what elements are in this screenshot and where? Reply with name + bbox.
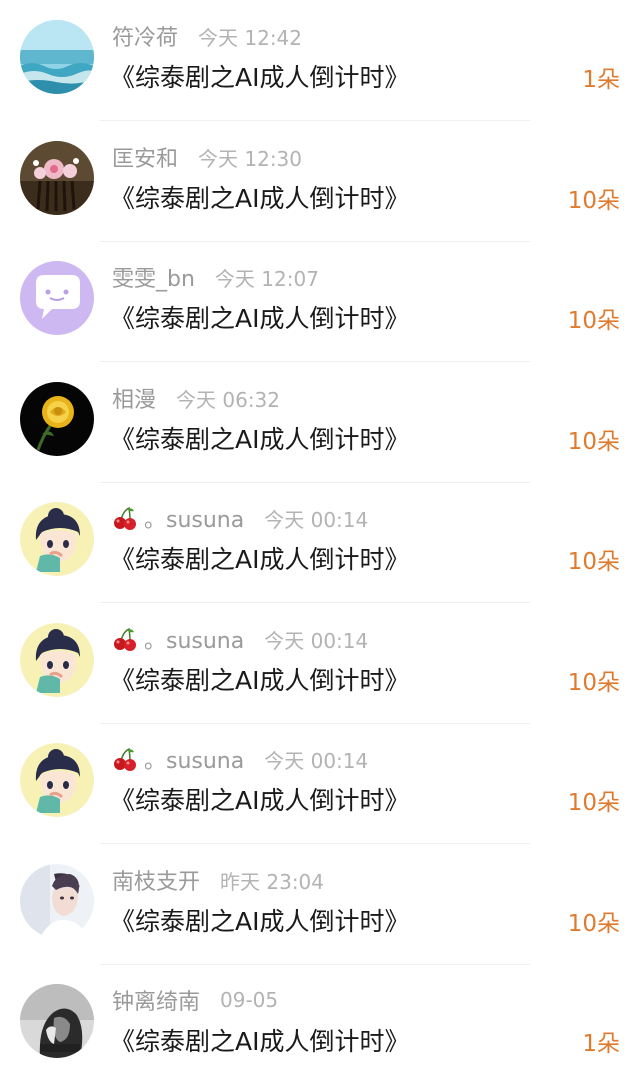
username[interactable]: 。susuna (144, 743, 244, 775)
username[interactable]: 。susuna (144, 502, 244, 534)
avatar[interactable] (20, 502, 94, 576)
username[interactable]: 符冷荷 (112, 20, 178, 52)
book-title[interactable]: 《综泰剧之AI成人倒计时》 (110, 540, 409, 576)
username[interactable]: 雯雯_bn (112, 261, 195, 293)
book-title[interactable]: 《综泰剧之AI成人倒计时》 (110, 179, 409, 215)
list-item[interactable]: 南枝支开 昨天 23:04 《综泰剧之AI成人倒计时》 10朵 (0, 844, 640, 965)
gift-amount: 10朵 (567, 670, 620, 696)
list-item[interactable]: 。susuna 今天 00:14 《综泰剧之AI成人倒计时》 10朵 (0, 482, 640, 603)
avatar[interactable] (20, 20, 94, 94)
username[interactable]: 。susuna (144, 623, 244, 655)
list-item[interactable]: 匡安和 今天 12:30 《综泰剧之AI成人倒计时》 10朵 (0, 121, 640, 242)
timestamp: 09-05 (220, 988, 279, 1012)
timestamp: 今天 12:30 (198, 146, 303, 171)
avatar[interactable] (20, 984, 94, 1058)
timestamp: 今天 12:07 (214, 266, 319, 291)
timestamp: 今天 12:42 (198, 25, 303, 50)
list-item[interactable]: 相漫 今天 06:32 《综泰剧之AI成人倒计时》 10朵 (0, 362, 640, 483)
avatar[interactable] (20, 382, 94, 456)
portrait-avatar-icon (20, 864, 94, 938)
sea-avatar-icon (20, 20, 94, 94)
cherry-icon (114, 506, 136, 530)
timestamp: 今天 00:14 (264, 748, 369, 773)
timestamp: 昨天 23:04 (220, 869, 325, 894)
avatar[interactable] (20, 864, 94, 938)
username[interactable]: 相漫 (112, 382, 156, 414)
cartoon-boy-avatar-icon (20, 502, 94, 576)
avatar[interactable] (20, 623, 94, 697)
gift-amount: 10朵 (567, 308, 620, 334)
book-title[interactable]: 《综泰剧之AI成人倒计时》 (110, 902, 409, 938)
cherry-icon (114, 747, 136, 771)
cherry-icon (114, 627, 136, 651)
chat-bubble-avatar-icon (20, 261, 94, 335)
book-title[interactable]: 《综泰剧之AI成人倒计时》 (110, 420, 409, 456)
book-title[interactable]: 《综泰剧之AI成人倒计时》 (110, 299, 409, 335)
gift-amount: 10朵 (567, 188, 620, 214)
hairpin-flower-avatar-icon (20, 141, 94, 215)
gift-amount: 10朵 (567, 429, 620, 455)
avatar[interactable] (20, 261, 94, 335)
timestamp: 今天 00:14 (264, 628, 369, 653)
list-item[interactable]: 雯雯_bn 今天 12:07 《综泰剧之AI成人倒计时》 10朵 (0, 241, 640, 362)
gift-amount: 10朵 (567, 911, 620, 937)
book-title[interactable]: 《综泰剧之AI成人倒计时》 (110, 781, 409, 817)
gift-amount: 1朵 (582, 1031, 620, 1057)
cartoon-boy-avatar-icon (20, 743, 94, 817)
list-item[interactable]: 。susuna 今天 00:14 《综泰剧之AI成人倒计时》 10朵 (0, 603, 640, 724)
gift-amount: 10朵 (567, 549, 620, 575)
timestamp: 今天 06:32 (176, 387, 281, 412)
book-title[interactable]: 《综泰剧之AI成人倒计时》 (110, 661, 409, 697)
gift-amount: 10朵 (567, 790, 620, 816)
avatar[interactable] (20, 743, 94, 817)
username[interactable]: 匡安和 (112, 141, 178, 173)
gift-list: 符冷荷 今天 12:42 《综泰剧之AI成人倒计时》 1朵 匡安和 今天 12:… (0, 0, 640, 1076)
timestamp: 今天 00:14 (264, 507, 369, 532)
list-item[interactable]: 。susuna 今天 00:14 《综泰剧之AI成人倒计时》 10朵 (0, 723, 640, 844)
gift-amount: 1朵 (582, 67, 620, 93)
book-title[interactable]: 《综泰剧之AI成人倒计时》 (110, 58, 409, 94)
cartoon-boy-avatar-icon (20, 623, 94, 697)
avatar[interactable] (20, 141, 94, 215)
username[interactable]: 钟离绮南 (112, 984, 200, 1016)
yellow-rose-avatar-icon (20, 382, 94, 456)
username[interactable]: 南枝支开 (112, 864, 200, 896)
list-item[interactable]: 钟离绮南 09-05 《综泰剧之AI成人倒计时》 1朵 (0, 964, 640, 1085)
bw-photo-avatar-icon (20, 984, 94, 1058)
list-item[interactable]: 符冷荷 今天 12:42 《综泰剧之AI成人倒计时》 1朵 (0, 0, 640, 121)
book-title[interactable]: 《综泰剧之AI成人倒计时》 (110, 1022, 409, 1058)
